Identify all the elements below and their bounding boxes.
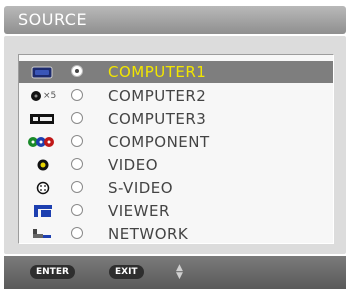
exit-key-button[interactable]: EXIT	[109, 265, 144, 279]
footer-bar: ENTER EXIT ▲ ▼	[4, 256, 346, 289]
radio-viewer[interactable]	[71, 204, 83, 216]
source-label: VIDEO	[108, 156, 159, 174]
network-lan-icon	[33, 229, 51, 238]
computer3-dvi-connector-icon	[30, 114, 54, 124]
radio-selected-dot	[75, 69, 79, 73]
video-rca-connector-icon	[37, 159, 49, 171]
source-item-video[interactable]: VIDEO	[19, 154, 333, 176]
viewer-usb-icon	[34, 205, 52, 217]
source-item-computer3[interactable]: COMPUTER3	[19, 108, 333, 130]
connector-count: ×5	[43, 91, 57, 101]
radio-computer1[interactable]	[71, 65, 83, 77]
source-item-component[interactable]: COMPONENT	[19, 131, 333, 153]
source-item-network[interactable]: NETWORK	[19, 223, 333, 245]
enter-key-button[interactable]: ENTER	[30, 265, 75, 279]
title-bar: SOURCE	[4, 6, 346, 34]
source-label: S-VIDEO	[108, 179, 174, 197]
source-label: COMPUTER2	[108, 87, 207, 105]
component-rgb-connector-icon	[28, 137, 54, 147]
radio-network[interactable]	[71, 227, 83, 239]
radio-computer3[interactable]	[71, 112, 83, 124]
source-item-viewer[interactable]: VIEWER	[19, 200, 333, 222]
computer1-connector-icon	[31, 66, 53, 79]
source-item-s-video[interactable]: S-VIDEO	[19, 177, 333, 199]
source-label: VIEWER	[108, 202, 170, 220]
menu-title: SOURCE	[18, 10, 88, 29]
source-label: NETWORK	[108, 225, 189, 243]
source-label: COMPONENT	[108, 133, 210, 151]
radio-s-video[interactable]	[71, 181, 83, 193]
source-label: COMPUTER1	[108, 63, 207, 81]
radio-computer2[interactable]	[71, 89, 83, 101]
radio-component[interactable]	[71, 135, 83, 147]
s-video-connector-icon	[36, 181, 50, 195]
source-item-computer1[interactable]: COMPUTER1	[19, 61, 333, 83]
source-item-computer2[interactable]: ×5 COMPUTER2	[19, 85, 333, 107]
radio-video[interactable]	[71, 158, 83, 170]
source-label: COMPUTER3	[108, 110, 207, 128]
up-down-arrows-icon: ▲ ▼	[176, 263, 183, 281]
